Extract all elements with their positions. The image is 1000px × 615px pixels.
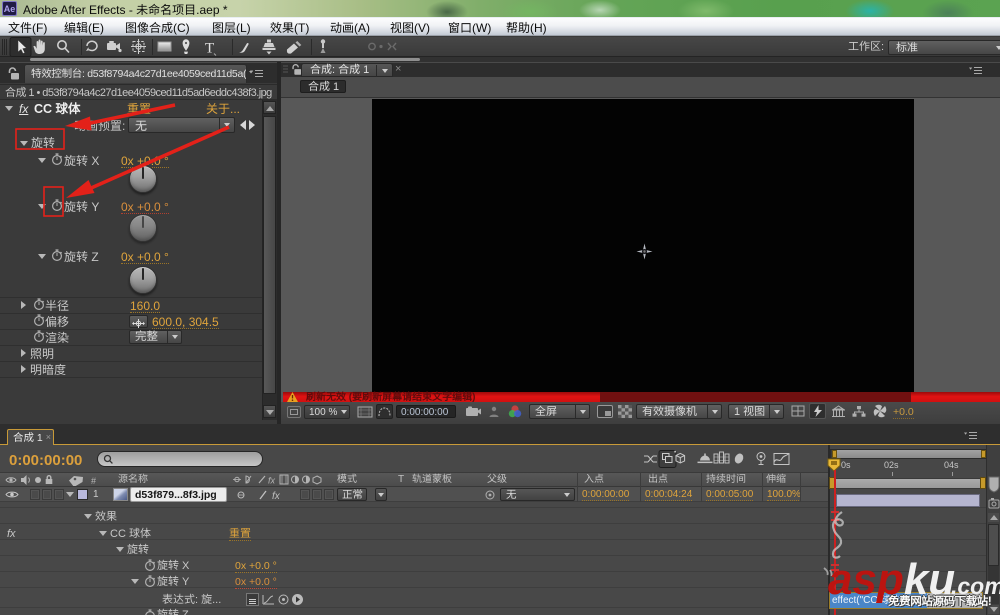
svg-text:#: #: [91, 476, 96, 486]
svg-text:fx: fx: [268, 476, 276, 486]
svg-text:fx: fx: [272, 491, 281, 501]
svg-text:T: T: [205, 41, 214, 57]
